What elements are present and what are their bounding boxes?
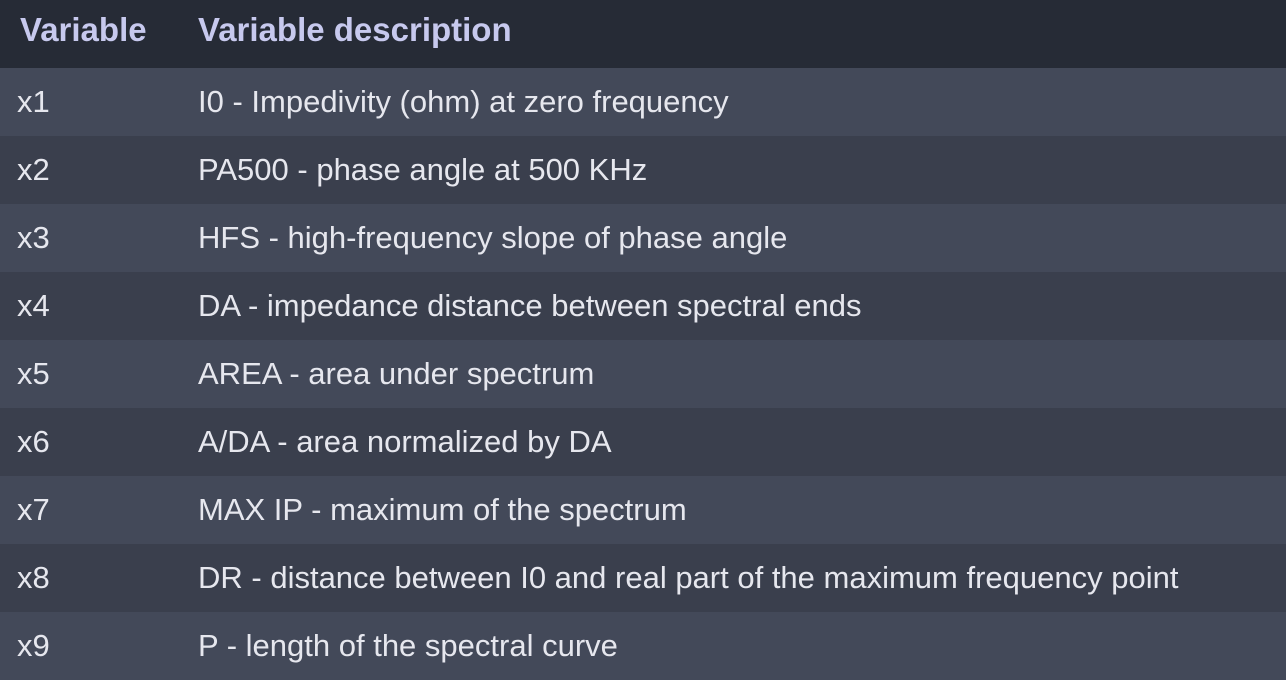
cell-description: PA500 - phase angle at 500 KHz (198, 152, 648, 187)
cell-variable: x3 (17, 220, 50, 255)
header-variable: Variable (20, 11, 147, 48)
table-header: Variable Variable description (0, 0, 1286, 68)
cell-variable: x8 (17, 560, 50, 595)
cell-variable: x7 (17, 492, 50, 527)
table-row: x5 AREA - area under spectrum (0, 340, 1286, 408)
cell-variable: x4 (17, 288, 50, 323)
table-row: x9 P - length of the spectral curve (0, 612, 1286, 680)
cell-variable: x2 (17, 152, 50, 187)
table-body: x1 I0 - Impedivity (ohm) at zero frequen… (0, 68, 1286, 680)
cell-description: DA - impedance distance between spectral… (198, 288, 862, 323)
cell-description: AREA - area under spectrum (198, 356, 595, 391)
table-row: x2 PA500 - phase angle at 500 KHz (0, 136, 1286, 204)
variable-table: Variable Variable description x1 I0 - Im… (0, 0, 1286, 680)
cell-description: A/DA - area normalized by DA (198, 424, 612, 459)
cell-description: DR - distance between I0 and real part o… (198, 560, 1179, 595)
header-row: Variable Variable description (0, 0, 1286, 68)
cell-variable: x5 (17, 356, 50, 391)
table-row: x6 A/DA - area normalized by DA (0, 408, 1286, 476)
table-row: x4 DA - impedance distance between spect… (0, 272, 1286, 340)
cell-variable: x9 (17, 628, 50, 663)
table-row: x7 MAX IP - maximum of the spectrum (0, 476, 1286, 544)
header-description: Variable description (198, 11, 512, 48)
cell-description: P - length of the spectral curve (198, 628, 618, 663)
variable-table-container: Variable Variable description x1 I0 - Im… (0, 0, 1286, 680)
cell-description: HFS - high-frequency slope of phase angl… (198, 220, 788, 255)
table-row: x3 HFS - high-frequency slope of phase a… (0, 204, 1286, 272)
cell-variable: x6 (17, 424, 50, 459)
table-row: x1 I0 - Impedivity (ohm) at zero frequen… (0, 68, 1286, 136)
cell-variable: x1 (17, 84, 50, 119)
cell-description: MAX IP - maximum of the spectrum (198, 492, 687, 527)
table-row: x8 DR - distance between I0 and real par… (0, 544, 1286, 612)
cell-description: I0 - Impedivity (ohm) at zero frequency (198, 84, 729, 119)
